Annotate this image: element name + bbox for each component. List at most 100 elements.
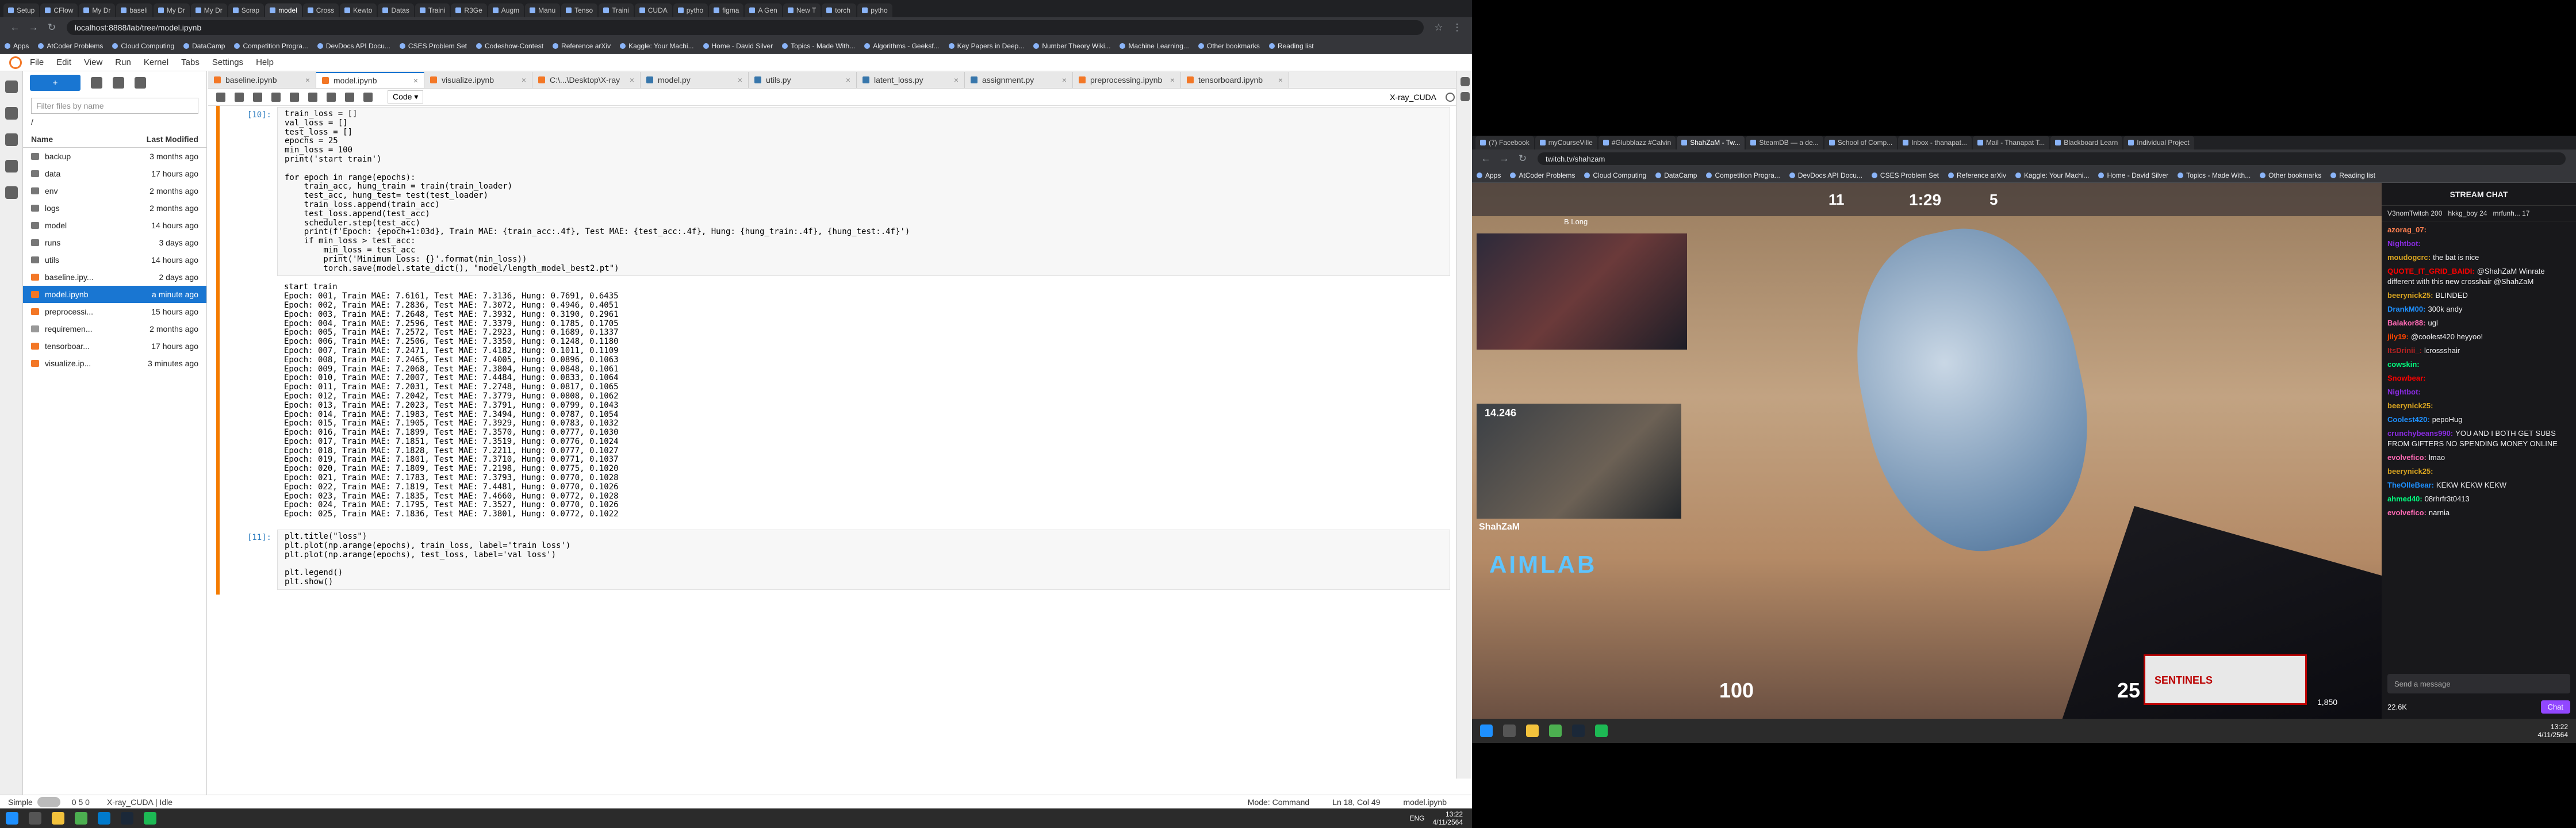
star-icon[interactable]: ☆ bbox=[1429, 22, 1448, 33]
file-row[interactable]: runs 3 days ago bbox=[23, 234, 206, 251]
windows-start-icon[interactable] bbox=[1480, 724, 1493, 737]
close-icon[interactable]: × bbox=[1278, 75, 1283, 85]
chat-username[interactable]: beerynick25: bbox=[2387, 291, 2433, 300]
browser-tab[interactable]: figma bbox=[709, 3, 744, 17]
browser-tab[interactable]: Kewto bbox=[340, 3, 377, 17]
save-icon[interactable] bbox=[216, 92, 225, 102]
col-name[interactable]: Name bbox=[31, 135, 53, 144]
vscode-icon[interactable] bbox=[98, 812, 110, 825]
close-icon[interactable]: × bbox=[630, 75, 634, 85]
browser-tab[interactable]: SteamDB — a de... bbox=[1746, 136, 1823, 150]
file-row[interactable]: model.ipynb a minute ago bbox=[23, 286, 206, 303]
bookmark-item[interactable]: Home - David Silver bbox=[703, 42, 773, 50]
bookmark-item[interactable]: Reading list bbox=[2330, 171, 2375, 179]
system-tray-right[interactable]: 13:22 4/11/2564 bbox=[2538, 723, 2569, 739]
browser-tab[interactable]: Cross bbox=[302, 3, 339, 17]
chat-username[interactable]: Snowbear: bbox=[2387, 374, 2425, 382]
bookmark-item[interactable]: Algorithms - Geeksf... bbox=[864, 42, 940, 50]
chat-username[interactable]: Nightbot: bbox=[2387, 388, 2421, 396]
back-icon[interactable]: ← bbox=[1477, 153, 1495, 164]
chat-username[interactable]: evolvefico: bbox=[2387, 453, 2426, 462]
search-icon[interactable] bbox=[1503, 724, 1516, 737]
browser-tab[interactable]: Traini bbox=[415, 3, 450, 17]
browser-tab[interactable]: pytho bbox=[673, 3, 708, 17]
bookmark-item[interactable]: Reference arXiv bbox=[1948, 171, 2006, 179]
new-folder-icon[interactable] bbox=[91, 77, 102, 89]
menu-item-edit[interactable]: Edit bbox=[56, 57, 71, 67]
stream-video[interactable]: 11 1:29 5 B Long 14.246 ShahZaM AIMLAB 1… bbox=[1472, 183, 2382, 719]
kernel-name[interactable]: X-ray_CUDA bbox=[1390, 93, 1436, 102]
close-icon[interactable]: × bbox=[305, 75, 310, 85]
chat-username[interactable]: ItsDrinii_: bbox=[2387, 346, 2422, 355]
browser-tab[interactable]: model bbox=[265, 3, 302, 17]
doc-tab[interactable]: baseline.ipynb × bbox=[208, 72, 316, 88]
bookmark-item[interactable]: Reference arXiv bbox=[553, 42, 611, 50]
browser-tab[interactable]: R3Ge bbox=[451, 3, 487, 17]
close-icon[interactable]: × bbox=[846, 75, 850, 85]
cell-type-select[interactable]: Code ▾ bbox=[388, 90, 424, 103]
close-icon[interactable]: × bbox=[413, 76, 418, 85]
windows-start-icon[interactable] bbox=[6, 812, 18, 825]
file-row[interactable]: preprocessi... 15 hours ago bbox=[23, 303, 206, 320]
code-cell[interactable]: [10]: train_loss = [] val_loss = [] test_l… bbox=[225, 107, 1467, 522]
chat-username[interactable]: crunchybeans990: bbox=[2387, 429, 2453, 438]
file-row[interactable]: requiremen... 2 months ago bbox=[23, 320, 206, 338]
file-explorer-icon[interactable] bbox=[1526, 724, 1539, 737]
file-row[interactable]: visualize.ip... 3 minutes ago bbox=[23, 355, 206, 372]
menu-icon[interactable]: ⋮ bbox=[1448, 22, 1466, 33]
copy-icon[interactable] bbox=[271, 92, 281, 102]
bookmark-item[interactable]: Other bookmarks bbox=[1198, 42, 1260, 50]
restart-icon[interactable] bbox=[345, 92, 354, 102]
doc-tab[interactable]: visualize.ipynb × bbox=[424, 72, 532, 88]
doc-tab[interactable]: C:\...\Desktop\X-ray × bbox=[532, 72, 641, 88]
forward-icon[interactable]: → bbox=[24, 22, 43, 33]
bookmark-item[interactable]: AtCoder Problems bbox=[38, 42, 103, 50]
reload-icon[interactable]: ↻ bbox=[1513, 153, 1532, 164]
bookmark-item[interactable]: Apps bbox=[1477, 171, 1501, 179]
chat-username[interactable]: jily19: bbox=[2387, 332, 2409, 341]
forward-icon[interactable]: → bbox=[1495, 153, 1513, 164]
close-icon[interactable]: × bbox=[1170, 75, 1175, 85]
browser-tab[interactable]: pytho bbox=[857, 3, 892, 17]
bookmark-item[interactable]: Key Papers in Deep... bbox=[948, 42, 1024, 50]
browser-tab[interactable]: (7) Facebook bbox=[1475, 136, 1534, 150]
bookmark-item[interactable]: Number Theory Wiki... bbox=[1033, 42, 1110, 50]
chat-username[interactable]: beerynick25: bbox=[2387, 401, 2433, 410]
chat-send-button[interactable]: Chat bbox=[2540, 700, 2570, 714]
doc-tab[interactable]: latent_loss.py × bbox=[857, 72, 965, 88]
close-icon[interactable]: × bbox=[738, 75, 742, 85]
browser-tab[interactable]: CUDA bbox=[634, 3, 672, 17]
upload-icon[interactable] bbox=[113, 77, 124, 89]
file-filter-input[interactable]: Filter files by name bbox=[31, 98, 198, 114]
browser-tab[interactable]: Scrap bbox=[228, 3, 264, 17]
file-row[interactable]: baseline.ipy... 2 days ago bbox=[23, 269, 206, 286]
browser-tab[interactable]: Blackboard Learn bbox=[2050, 136, 2123, 150]
browser-tab[interactable]: Inbox - thanapat... bbox=[1898, 136, 1972, 150]
file-explorer-icon[interactable] bbox=[52, 812, 64, 825]
chat-username[interactable]: Coolest420: bbox=[2387, 415, 2430, 424]
run-icon[interactable] bbox=[308, 92, 317, 102]
bookmark-item[interactable]: Topics - Made With... bbox=[782, 42, 855, 50]
language-indicator[interactable]: ENG bbox=[1409, 814, 1424, 822]
tabs-icon[interactable] bbox=[5, 160, 18, 172]
doc-tab[interactable]: utils.py × bbox=[749, 72, 857, 88]
paste-icon[interactable] bbox=[290, 92, 299, 102]
running-icon[interactable] bbox=[5, 107, 18, 120]
bookmark-item[interactable]: CSES Problem Set bbox=[399, 42, 467, 50]
menu-item-help[interactable]: Help bbox=[256, 57, 274, 67]
bookmark-item[interactable]: Kaggle: Your Machi... bbox=[2015, 171, 2089, 179]
url-field[interactable]: localhost:8888/lab/tree/model.ipynb bbox=[67, 20, 1424, 35]
steam-icon[interactable] bbox=[121, 812, 133, 825]
spotify-icon[interactable] bbox=[1595, 724, 1608, 737]
back-icon[interactable]: ← bbox=[6, 22, 24, 33]
refresh-icon[interactable] bbox=[135, 77, 146, 89]
bookmark-item[interactable]: DataCamp bbox=[1655, 171, 1697, 179]
stop-icon[interactable] bbox=[327, 92, 336, 102]
browser-tab[interactable]: My Dr bbox=[153, 3, 190, 17]
code-cell[interactable]: [11]: plt.title("loss") plt.plot(np.arang… bbox=[225, 530, 1467, 590]
bookmark-item[interactable]: DataCamp bbox=[183, 42, 225, 50]
chat-username[interactable]: cowskin: bbox=[2387, 360, 2420, 369]
browser-tab[interactable]: #Glubblazz #Calvin bbox=[1598, 136, 1676, 150]
bookmark-item[interactable]: Machine Learning... bbox=[1120, 42, 1189, 50]
bookmark-item[interactable]: Apps bbox=[5, 42, 29, 50]
